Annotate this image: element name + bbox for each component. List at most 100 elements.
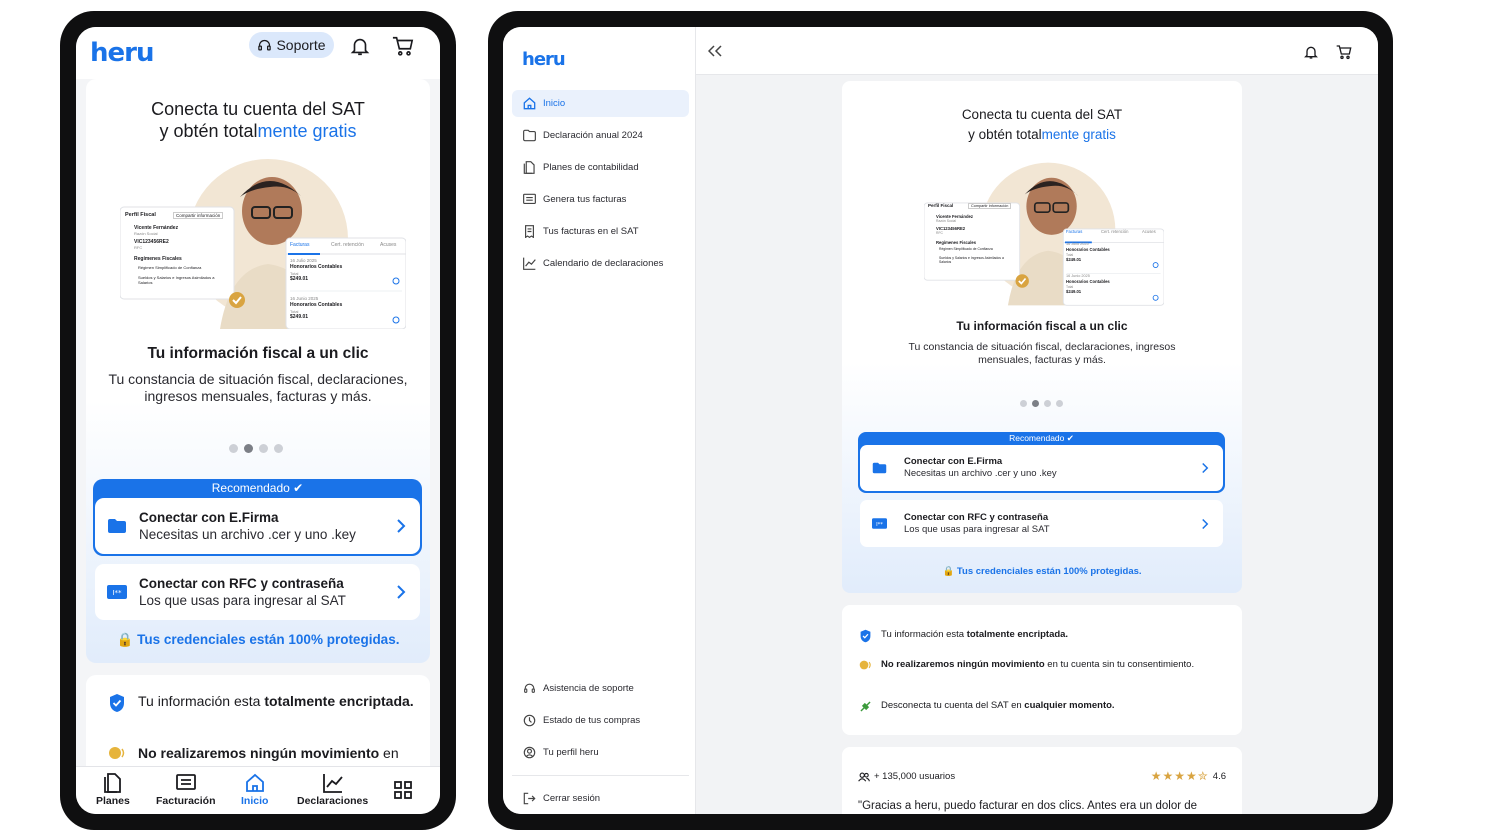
illus-regime-2: Sueldos y Salarios e Ingresos Asimilados… [939, 256, 1004, 265]
benefits-card: Tu información esta totalmente encriptad… [842, 605, 1242, 735]
carousel-dot[interactable] [229, 444, 238, 453]
illus-tab-facturas: Facturas [1066, 229, 1083, 234]
tab-declaraciones[interactable]: Declaraciones [297, 773, 368, 807]
check-badge-icon: ✔ [293, 481, 304, 495]
svg-text:I**: I** [876, 522, 883, 528]
option-title: Conectar con E.Firma [904, 456, 1003, 467]
carousel-dot-active[interactable] [1032, 400, 1039, 407]
carousel-dot[interactable] [1056, 400, 1063, 407]
illus-invoice-1-amount: $249.01 [1066, 257, 1082, 262]
illus-invoice-1-title: Honorarios Contables [1066, 247, 1110, 252]
illus-invoice-1-title: Honorarios Contables [290, 264, 343, 270]
option-subtitle: Los que usas para ingresar al SAT [904, 523, 1050, 535]
carousel-dot[interactable] [259, 444, 268, 453]
rating: ★★★★✮ 4.6 [1151, 769, 1226, 783]
tab-facturacion[interactable]: Facturación [156, 773, 216, 807]
secure-credentials-note: 🔒 Tus credenciales están 100% protegidas… [942, 566, 1142, 577]
illus-invoice-2-amount: $249.01 [1066, 289, 1082, 294]
tablet-device-frame: heru Inicio Declaración anual 2024 Plane… [488, 11, 1393, 830]
carousel-dot[interactable] [274, 444, 283, 453]
tablet-screen: heru Inicio Declaración anual 2024 Plane… [503, 27, 1378, 814]
home-icon [245, 773, 265, 793]
hero-subtitle: Tu información fiscal a un clic [956, 319, 1128, 333]
option-title: Conectar con RFC y contraseña [139, 575, 344, 591]
illus-tab-acuses: Acuses [1142, 229, 1156, 234]
chart-icon [523, 257, 536, 270]
benefit-no-movement: No realizaremos ningún movimiento en [108, 745, 399, 761]
chart-icon [322, 773, 343, 793]
illus-name-caption: Razón Social [134, 231, 158, 236]
tab-more[interactable] [394, 781, 412, 799]
folder-icon [523, 129, 536, 142]
hero-description: Tu constancia de situación fiscal, decla… [908, 341, 1176, 366]
chevron-right-icon [1201, 518, 1209, 530]
illus-invoice-2-date: 16 Junio 2025 [1066, 274, 1090, 278]
bell-icon[interactable] [1303, 44, 1319, 60]
chevron-right-icon [396, 518, 406, 534]
option-title: Conectar con RFC y contraseña [904, 511, 1049, 523]
cart-icon[interactable] [391, 35, 415, 57]
carousel-dots [229, 444, 283, 453]
carousel-dot[interactable] [1020, 400, 1027, 407]
sidebar-item-facturas-sat[interactable]: Tus facturas en el SAT [512, 218, 689, 245]
carousel-dot-active[interactable] [244, 444, 253, 453]
sidebar-item-logout[interactable]: Cerrar sesión [512, 785, 689, 812]
receipt-icon [523, 225, 536, 238]
connect-rfc-button[interactable]: I** Conectar con RFC y contraseña Los qu… [860, 500, 1223, 547]
bell-icon[interactable] [349, 35, 371, 57]
carousel-dot[interactable] [1044, 400, 1051, 407]
cart-icon[interactable] [1335, 44, 1353, 60]
sidebar-item-genera-facturas[interactable]: Genera tus facturas [512, 186, 689, 213]
fiscal-profile-illustration: Perfil Fiscal Compartir información Vice… [120, 159, 406, 329]
option-title: Conectar con E.Firma [139, 509, 279, 525]
hero-subtitle: Tu información fiscal a un clic [147, 345, 369, 362]
option-subtitle: Necesitas un archivo .cer y uno .key [904, 468, 1057, 479]
illus-invoice-2-amount: $249.01 [290, 314, 309, 320]
sidebar-item-declaracion-anual[interactable]: Declaración anual 2024 [512, 122, 689, 149]
sidebar: heru Inicio Declaración anual 2024 Plane… [503, 27, 696, 814]
tab-inicio[interactable]: Inicio [241, 773, 268, 807]
headset-icon [523, 682, 536, 695]
user-icon [523, 746, 536, 759]
chevron-right-icon [1201, 462, 1209, 474]
connect-rfc-button[interactable]: I** Conectar con RFC y contraseña Los qu… [95, 564, 420, 620]
support-button[interactable]: Soporte [249, 32, 334, 58]
sidebar-item-planes[interactable]: Planes de contabilidad [512, 154, 689, 181]
svg-text:I**: I** [112, 589, 122, 597]
purchases-icon [523, 714, 536, 727]
connect-sat-card: Conecta tu cuenta del SAT y obtén totalm… [842, 81, 1242, 593]
illus-regime-1: Régimen Simplificado de Confianza [138, 265, 202, 270]
illus-regime-2: Sueldos y Salarios e Ingresos Asimilados… [138, 275, 215, 285]
benefit-encrypted: Tu información esta totalmente encriptad… [859, 629, 1219, 643]
tab-planes[interactable]: Planes [96, 773, 130, 807]
illus-invoice-2-title: Honorarios Contables [290, 302, 343, 308]
sidebar-item-compras[interactable]: Estado de tus compras [512, 707, 689, 734]
carousel-dots [1020, 400, 1063, 407]
sidebar-item-calendario[interactable]: Calendario de declaraciones [512, 250, 689, 277]
illus-invoice-2-date: 16 Junio 2025 [290, 296, 319, 301]
collapse-sidebar-icon[interactable] [708, 45, 722, 57]
document-icon [523, 161, 536, 174]
recommended-badge: Recomendado ✔ [211, 481, 304, 495]
users-count: + 135,000 usuarios [858, 771, 955, 782]
headset-icon [257, 38, 272, 53]
review-quote: "Gracias a heru, puedo facturar en dos c… [858, 800, 1198, 812]
support-label: Soporte [276, 37, 326, 53]
hand-icon [108, 745, 126, 761]
illus-invoice-1-date: 16 Julio 2025 [1066, 242, 1089, 246]
connect-efirma-button[interactable]: Conectar con E.Firma Necesitas un archiv… [860, 445, 1223, 491]
top-bar [696, 27, 1378, 75]
plug-icon [859, 700, 872, 713]
hero-description: Tu constancia de situación fiscal, decla… [108, 371, 408, 404]
secure-credentials-note: 🔒 Tus credenciales están 100% protegidas… [116, 632, 400, 647]
sidebar-item-soporte[interactable]: Asistencia de soporte [512, 675, 689, 702]
sidebar-item-inicio[interactable]: Inicio [512, 90, 689, 117]
illus-invoice-1-date: 16 Julio 2025 [290, 258, 317, 263]
illus-invoice-2-title: Honorarios Contables [1066, 279, 1110, 284]
home-icon [523, 97, 536, 110]
connect-efirma-button[interactable]: Conectar con E.Firma Necesitas un archiv… [95, 498, 420, 554]
hero-title: Conecta tu cuenta del SAT y obtén totalm… [961, 107, 1123, 142]
sidebar-item-perfil[interactable]: Tu perfil heru [512, 739, 689, 766]
shield-icon [859, 629, 872, 643]
illus-regimes-title: Regímenes Fiscales [936, 240, 977, 245]
